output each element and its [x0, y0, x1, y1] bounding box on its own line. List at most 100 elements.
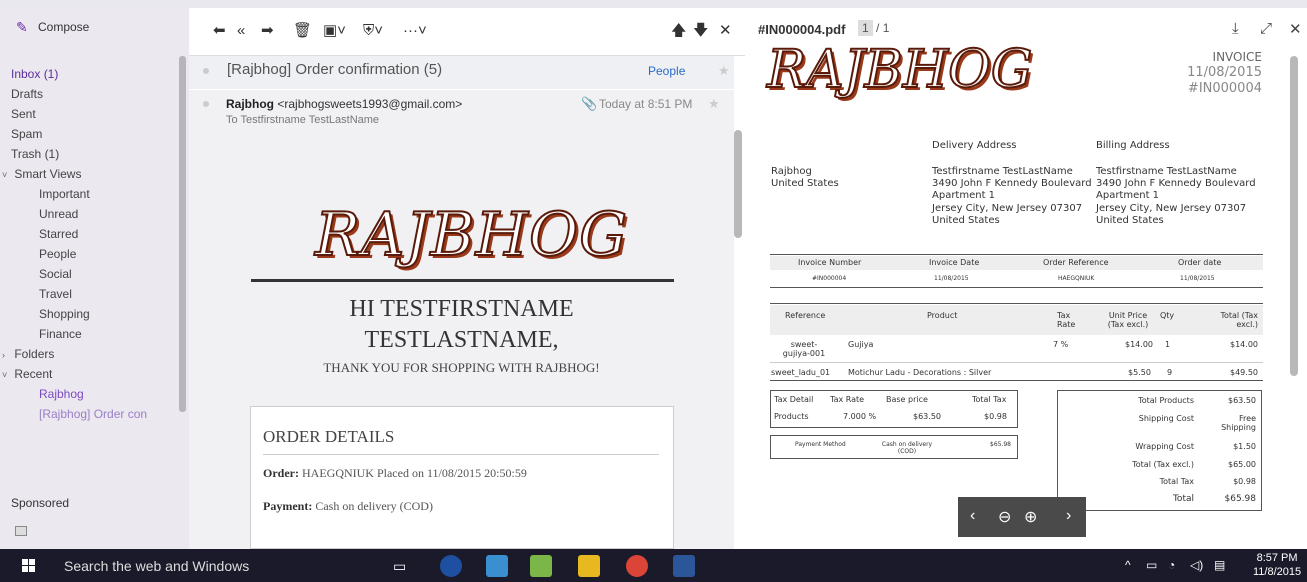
sidebar-item-drafts[interactable]: Drafts: [0, 84, 189, 104]
total-label: Total (Tax excl.): [1132, 460, 1194, 469]
thanks-text: THANK YOU FOR SHOPPING WITH RAJBHOG!: [323, 360, 600, 375]
payment-line: Payment: Cash on delivery (COD): [263, 499, 433, 514]
wifi-icon[interactable]: ◔: [1168, 558, 1175, 572]
sidebar-item-spam[interactable]: Spam: [0, 124, 189, 144]
sidebar-item-finance[interactable]: Finance: [0, 324, 189, 344]
thread-header: [Rajbhog] Order confirmation (5) People …: [189, 56, 734, 89]
page-total: / 1: [876, 21, 890, 35]
star-icon[interactable]: ★: [708, 96, 720, 112]
divider: [251, 279, 674, 282]
notification-icon[interactable]: ▤: [1214, 558, 1225, 572]
taskbar-search[interactable]: Search the web and Windows: [64, 558, 249, 574]
more-icon[interactable]: ···˅: [403, 22, 427, 40]
page-current[interactable]: 1: [858, 20, 873, 36]
sidebar-item-sent[interactable]: Sent: [0, 104, 189, 124]
message-scrollbar[interactable]: [734, 130, 742, 238]
sidebar-item-inbox[interactable]: Inbox (1): [0, 64, 189, 84]
order-details-box: ORDER DETAILS Order: HAEGQNIUK Placed on…: [250, 406, 674, 549]
pencil-icon: ✎: [16, 19, 28, 35]
close-icon[interactable]: ✕: [719, 22, 732, 40]
compose-label: Compose: [38, 20, 90, 34]
pdf-page-indicator: 1 / 1: [858, 20, 889, 36]
table-cell: sweet-gujiya-001: [782, 340, 826, 358]
chevron-right-icon: ›: [2, 350, 5, 360]
battery-icon[interactable]: ▭: [1146, 558, 1157, 572]
col-header: Total (Tax excl.): [1220, 311, 1258, 329]
windows-start-icon[interactable]: [22, 559, 36, 573]
edge-app-icon[interactable]: [440, 555, 462, 577]
file-explorer-icon[interactable]: [578, 555, 600, 577]
compose-button[interactable]: ✎ Compose: [16, 20, 89, 34]
sidebar-item-recent-rajbhog[interactable]: Rajbhog: [0, 384, 189, 404]
tax-header: Tax Rate: [830, 395, 865, 404]
forward-icon[interactable]: ➡: [261, 22, 274, 40]
prev-page-icon[interactable]: ‹: [970, 507, 975, 525]
delivery-line: Jersey City, New Jersey 07307: [932, 203, 1083, 214]
windows-taskbar: Search the web and Windows ▭ ^ ▭ ◔ ◁) ▤ …: [0, 549, 1307, 582]
invoice-label: INVOICE: [1212, 50, 1262, 64]
app-icon[interactable]: [486, 555, 508, 577]
table-rule: [770, 303, 1263, 304]
table-cell: $14.00: [1230, 340, 1258, 349]
tax-header: Tax Detail: [774, 395, 814, 404]
table-cell: $14.00: [1125, 340, 1153, 349]
taskbar-clock[interactable]: 8:57 PM 11/8/2015: [1253, 551, 1301, 579]
table-rule: [770, 254, 1263, 255]
table-cell: $49.50: [1230, 368, 1258, 377]
sidebar-item-unread[interactable]: Unread: [0, 204, 189, 224]
top-border: [0, 0, 1307, 8]
pdf-scrollbar[interactable]: [1290, 56, 1298, 376]
arrow-down-icon[interactable]: 🡇: [693, 22, 708, 40]
sidebar-scrollbar[interactable]: [179, 56, 186, 412]
invoice-number: #IN000004: [1187, 81, 1262, 96]
sidebar-item-starred[interactable]: Starred: [0, 224, 189, 244]
spam-shield-icon[interactable]: ⛨˅: [363, 22, 383, 40]
zoom-out-icon[interactable]: ⊖: [998, 507, 1011, 527]
sidebar-item-people[interactable]: People: [0, 244, 189, 264]
trash-icon[interactable]: 🗑: [293, 22, 312, 40]
divider: [263, 454, 659, 455]
close-icon[interactable]: ✕: [1289, 20, 1302, 38]
attachment-icon: 📎: [581, 96, 598, 111]
chrome-app-icon[interactable]: [626, 555, 648, 577]
word-app-icon[interactable]: [673, 555, 695, 577]
expand-icon[interactable]: ⤢: [1260, 20, 1272, 37]
sidebar-item-travel[interactable]: Travel: [0, 284, 189, 304]
sidebar-item-shopping[interactable]: Shopping: [0, 304, 189, 324]
task-view-icon[interactable]: ▭: [393, 558, 406, 575]
next-page-icon[interactable]: ›: [1066, 507, 1071, 525]
chevron-down-icon: ˅: [2, 370, 8, 380]
sender[interactable]: Rajbhog <rajbhogsweets1993@gmail.com>: [226, 97, 462, 111]
sidebar-item-social[interactable]: Social: [0, 264, 189, 284]
notes-app-icon[interactable]: [530, 555, 552, 577]
sidebar-item-trash[interactable]: Trash (1): [0, 144, 189, 164]
order-value: HAEGQNIUK Placed on 11/08/2015 20:50:59: [301, 466, 527, 480]
move-folder-icon[interactable]: ▣˅: [323, 22, 346, 40]
total-value: $0.98: [1233, 477, 1256, 486]
sidebar-section-smart-views[interactable]: ˅ Smart Views: [0, 164, 189, 184]
info-header: Invoice Date: [929, 258, 980, 267]
total-value: Free Shipping: [1221, 414, 1256, 432]
people-link[interactable]: People: [648, 64, 685, 78]
invoice-date: 11/08/2015: [1187, 65, 1262, 80]
tax-cell: Products: [774, 412, 809, 421]
sidebar-section-folders[interactable]: › Folders: [0, 344, 189, 364]
arrow-up-icon[interactable]: 🡅: [671, 22, 686, 40]
col-header: Unit Price (Tax excl.): [1107, 311, 1149, 329]
payment-method-value: Cash on delivery (COD): [881, 441, 933, 455]
zoom-in-icon[interactable]: ⊕: [1024, 507, 1037, 527]
order-label: Order:: [263, 466, 299, 480]
download-icon[interactable]: ⤓: [1232, 20, 1239, 37]
sidebar-item-important[interactable]: Important: [0, 184, 189, 204]
reply-all-icon[interactable]: «: [237, 22, 245, 40]
image-icon[interactable]: [15, 526, 27, 536]
star-icon[interactable]: ★: [718, 63, 730, 79]
chevron-up-icon[interactable]: ^: [1125, 558, 1131, 572]
brand-logo: RAJBHOG: [314, 199, 629, 271]
reply-icon[interactable]: ⬅: [213, 22, 226, 40]
sidebar-section-recent[interactable]: ˅ Recent: [0, 364, 189, 384]
volume-icon[interactable]: ◁): [1190, 558, 1203, 572]
section-label: Recent: [14, 367, 53, 381]
sidebar-item-recent-order[interactable]: [Rajbhog] Order con: [0, 404, 189, 424]
billing-line: Apartment 1: [1096, 190, 1160, 201]
